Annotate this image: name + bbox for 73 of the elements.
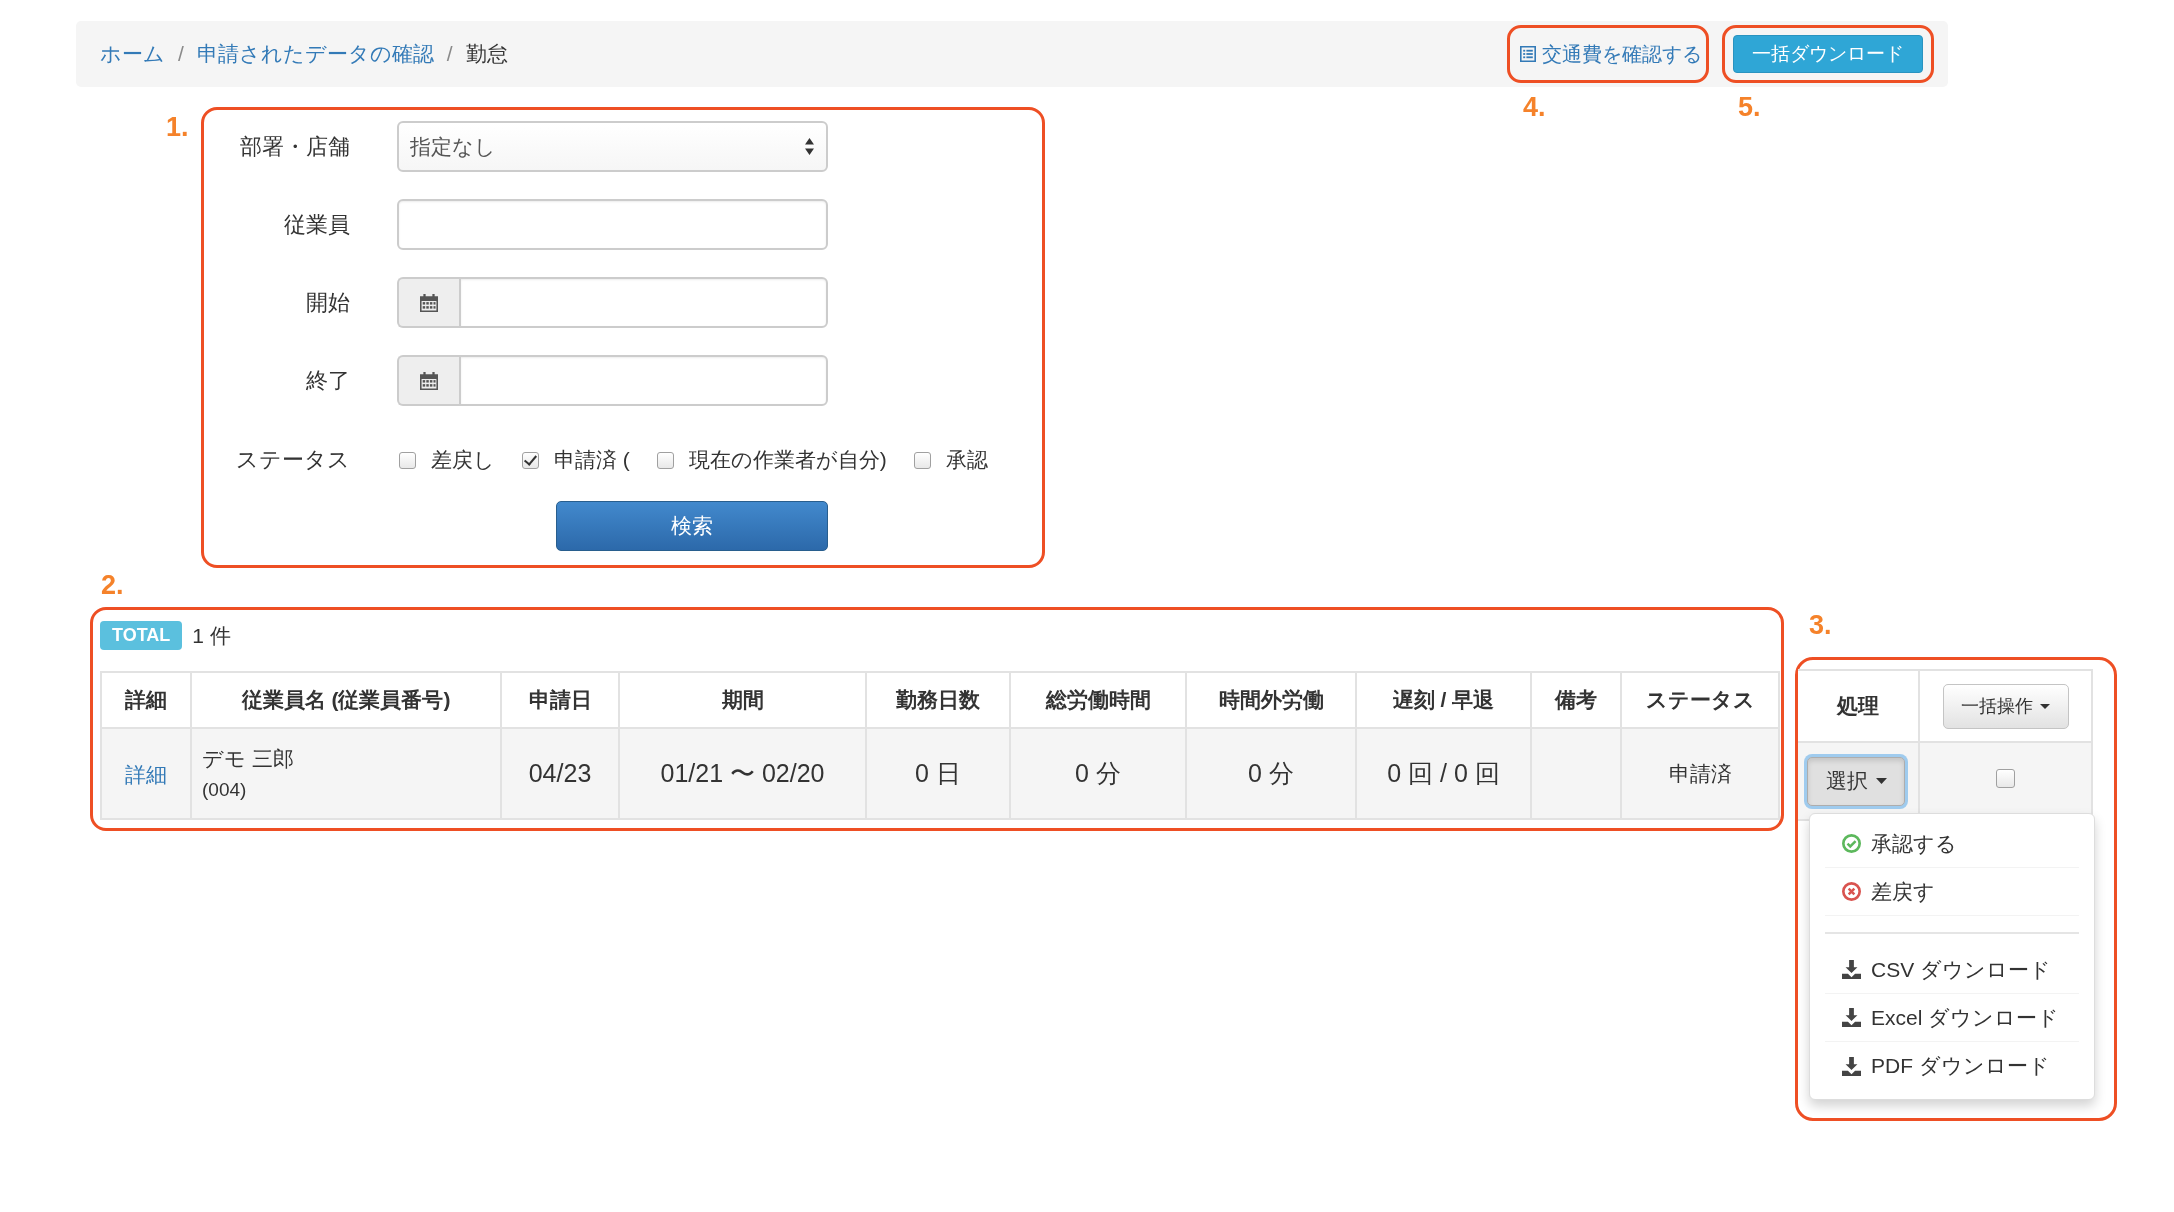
column-header: 期間 [619, 672, 866, 728]
annotation-number: 5. [1738, 92, 1761, 122]
column-header: ステータス [1621, 672, 1779, 728]
caret-icon [2040, 703, 2050, 709]
annotation-number: 3. [1809, 610, 1832, 640]
employee-number: (004) [202, 777, 248, 802]
checkbox-label: 差戻し [431, 447, 495, 473]
sort-arrows-icon [805, 138, 814, 155]
select-button[interactable]: 選択 [1807, 756, 1905, 806]
calendar-addon[interactable] [397, 355, 459, 406]
table-cell: 0 分 [1186, 728, 1356, 819]
column-header: 勤務日数 [866, 672, 1010, 728]
column-header: 詳細 [101, 672, 191, 728]
list-icon [1520, 46, 1536, 62]
column-header: 遅刻 / 早退 [1356, 672, 1531, 728]
bulk-action-button[interactable]: 一括操作 [1942, 683, 2069, 729]
table-cell: 0 分 [1010, 728, 1186, 819]
annotation-number: 4. [1523, 92, 1546, 122]
annotation-number: 2. [101, 570, 124, 600]
menu-item[interactable]: CSV ダウンロード [1825, 946, 2079, 994]
detail-link[interactable]: 詳細 [125, 762, 167, 786]
checkbox-label: 申請済 ( [554, 447, 630, 473]
x-circle-icon [1842, 882, 1861, 901]
annotation-number: 1. [166, 112, 190, 142]
table-cell: 01/21 〜 02/20 [619, 728, 866, 819]
breadcrumb-separator: / [445, 42, 454, 66]
check-circle-icon [1842, 834, 1861, 853]
menu-item[interactable]: Excel ダウンロード [1825, 994, 2079, 1042]
date-field[interactable] [459, 277, 828, 328]
download-icon [1842, 1056, 1861, 1076]
checkbox-label: 承認 [945, 447, 988, 473]
header-link[interactable]: 交通費を確認する [1520, 40, 1702, 68]
breadcrumb-current: 勤怠 [465, 41, 508, 67]
select-field[interactable]: 指定なし [397, 121, 828, 172]
total-badge: TOTAL [100, 621, 183, 650]
table-cell: 0 回 / 0 回 [1356, 728, 1531, 819]
column-header: 申請日 [501, 672, 619, 728]
column-header: 従業員名 (従業員番号) [191, 672, 501, 728]
field-label: ステータス [235, 446, 350, 474]
column-header: 処理 [1798, 670, 1919, 742]
field-label: 従業員 [283, 210, 350, 239]
column-header: 備考 [1531, 672, 1621, 728]
date-field[interactable] [459, 355, 828, 406]
breadcrumb-separator: / [177, 42, 185, 66]
column-header: 時間外労働 [1186, 672, 1356, 728]
checkbox[interactable] [522, 451, 539, 469]
table-cell: 0 日 [866, 728, 1010, 819]
field-label: 部署・店舗 [239, 132, 350, 161]
calendar-icon [420, 371, 438, 390]
calendar-addon[interactable] [397, 277, 459, 328]
menu-item[interactable]: 差戻す [1825, 868, 2079, 916]
employee-name: デモ 三郎 [202, 745, 295, 772]
checkbox-label: 現在の作業者が自分) [688, 447, 887, 473]
total-count: 1 件 [192, 622, 231, 649]
table-cell: 申請済 [1621, 728, 1779, 819]
text-field[interactable] [397, 199, 828, 250]
download-icon [1842, 1008, 1861, 1027]
search-button[interactable]: 検索 [556, 501, 828, 551]
breadcrumb-link[interactable]: ホーム [100, 40, 165, 68]
caret-icon [1875, 778, 1887, 784]
checkbox[interactable] [913, 451, 931, 469]
menu-item[interactable]: 承認する [1825, 820, 2079, 868]
column-header: 総労働時間 [1010, 672, 1186, 728]
checkbox[interactable] [399, 451, 416, 469]
checkbox[interactable] [656, 451, 674, 469]
breadcrumb-link[interactable]: 申請されたデータの確認 [196, 40, 434, 68]
field-label: 開始 [305, 288, 350, 317]
download-icon [1842, 960, 1861, 979]
calendar-icon [420, 293, 438, 312]
checkbox[interactable] [1996, 769, 2015, 788]
table-cell: 04/23 [501, 728, 619, 819]
menu-item[interactable]: PDF ダウンロード [1825, 1042, 2079, 1090]
field-label: 終了 [305, 366, 350, 395]
